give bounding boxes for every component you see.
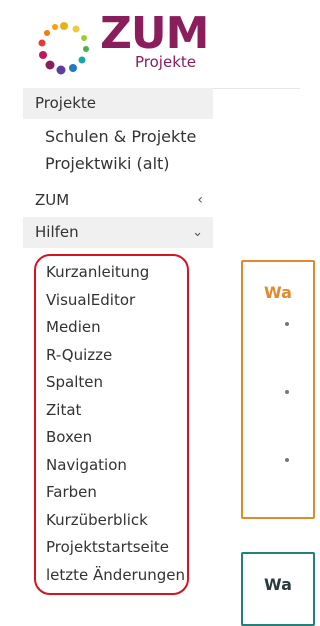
content-box-orange: Wa: [241, 260, 315, 519]
sidebar-item-spalten[interactable]: Spalten: [36, 369, 187, 397]
sidebar-item-medien[interactable]: Medien: [36, 314, 187, 342]
section-label: Hilfen: [35, 223, 79, 241]
sidebar-item-zitat[interactable]: Zitat: [36, 397, 187, 425]
chevron-left-icon: ‹: [197, 192, 203, 208]
hilfen-list: Kurzanleitung VisualEditor Medien R-Quiz…: [34, 254, 189, 595]
bullet-dot: [285, 390, 289, 394]
sidebar-item-kurzanleitung[interactable]: Kurzanleitung: [36, 259, 187, 287]
sidebar-item-schulen-projekte[interactable]: Schulen & Projekte: [23, 123, 213, 150]
sidebar-item-farben[interactable]: Farben: [36, 479, 187, 507]
box-title: Wa: [264, 283, 292, 302]
sidebar-section-projekte: Projekte: [23, 88, 213, 119]
sidebar-item-navigation[interactable]: Navigation: [36, 452, 187, 480]
sidebar: Projekte Schulen & Projekte Projektwiki …: [23, 88, 213, 595]
sidebar-item-visualeditor[interactable]: VisualEditor: [36, 287, 187, 315]
bullet-dot: [285, 322, 289, 326]
sidebar-item-r-quizze[interactable]: R-Quizze: [36, 342, 187, 370]
sidebar-item-projektwiki[interactable]: Projektwiki (alt): [23, 150, 213, 177]
sidebar-item-letzte-aenderungen[interactable]: letzte Änderungen: [36, 562, 187, 590]
chevron-down-icon: ⌄: [192, 225, 203, 240]
zum-logo[interactable]: ZUM Projekte: [36, 8, 209, 75]
projekte-list: Schulen & Projekte Projektwiki (alt): [23, 119, 213, 183]
bullet-dot: [285, 458, 289, 462]
sidebar-item-kurzueberblick[interactable]: Kurzüberblick: [36, 507, 187, 535]
logo-subtitle: Projekte: [135, 53, 196, 71]
section-label: Projekte: [35, 94, 96, 112]
header-divider: [212, 88, 300, 89]
sidebar-section-hilfen[interactable]: Hilfen ⌄: [23, 217, 213, 248]
logo-dots-icon: [38, 22, 89, 75]
sidebar-item-boxen[interactable]: Boxen: [36, 424, 187, 452]
section-label: ZUM: [35, 191, 70, 209]
logo-wordmark: ZUM: [100, 8, 209, 59]
sidebar-section-zum[interactable]: ZUM ‹: [23, 185, 213, 215]
box-title: Wa: [264, 575, 292, 594]
sidebar-item-projektstartseite[interactable]: Projektstartseite: [36, 534, 187, 562]
